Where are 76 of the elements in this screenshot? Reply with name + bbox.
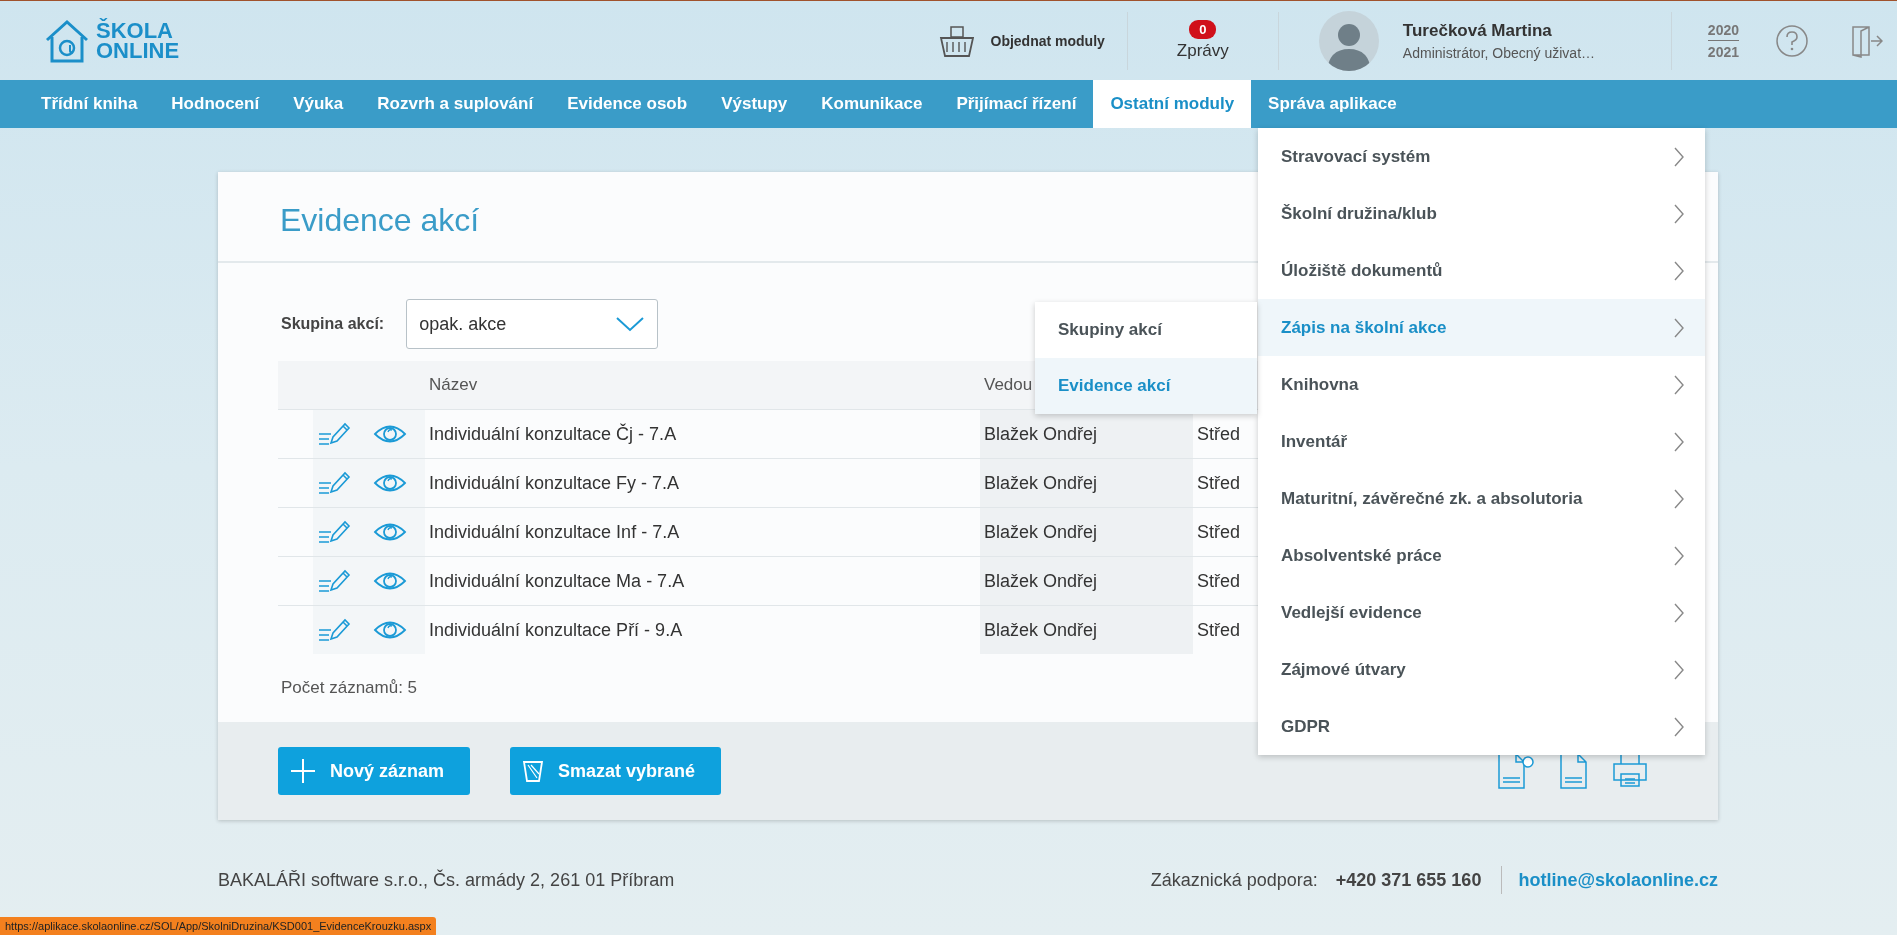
table-cell: Individuální konzultace Pří - 9.A [425,605,980,654]
menu-item[interactable]: Skupiny akcí [1035,302,1257,358]
table-cell: Individuální konzultace Inf - 7.A [425,507,980,557]
chevron-right-icon [1673,316,1685,339]
eye-icon[interactable] [373,472,407,494]
table-cell: Blažek Ondřej [980,507,1193,557]
eye-icon[interactable] [373,570,407,592]
chevron-right-icon [1673,259,1685,282]
user-role: Administrátor, Obecný uživat… [1402,44,1597,61]
nav-tab[interactable]: Výuka [276,80,361,128]
nav-tab[interactable]: Třídní kniha [24,80,155,128]
print-icon[interactable] [1612,752,1648,788]
edit-pencil-icon[interactable] [317,519,351,545]
table-cell: Individuální konzultace Čj - 7.A [425,409,980,459]
house-logo-icon[interactable] [44,17,90,64]
delete-button[interactable]: Smazat vybrané [510,747,722,795]
edit-pencil-icon[interactable] [317,568,351,594]
eye-icon[interactable] [373,423,407,445]
messages-label: Zprávy [1176,41,1229,61]
spreadsheet-file-icon[interactable] [1558,752,1590,790]
message-count-badge: 0 [1189,20,1217,39]
add-button[interactable]: Nový záznam [278,747,471,795]
column-header[interactable]: Název [429,375,478,394]
nav-tab[interactable]: Přijímací řízení [939,80,1094,128]
chevron-right-icon [1673,715,1685,738]
chevron-right-icon [1673,373,1685,396]
order-modules-link[interactable]: Objednat moduly [990,32,1105,49]
nav-tab[interactable]: Komunikace [804,80,940,128]
help-icon[interactable] [1775,23,1809,58]
plus-icon [290,758,316,784]
record-count: Počet záznamů: 5 [281,678,419,698]
column-header[interactable]: Vedou [984,375,1033,394]
chevron-right-icon [1673,544,1685,567]
menu-item[interactable]: GDPR [1258,698,1705,755]
nav-tab[interactable]: Správa aplikace [1251,80,1414,128]
table-cell: Blažek Ondřej [980,409,1193,459]
messages-link[interactable]: 0 Zprávy [1127,20,1278,61]
school-year-label[interactable]: 2020 [1707,21,1739,41]
chevron-right-icon [1673,658,1685,681]
menu-item[interactable]: Evidence akcí [1035,358,1257,414]
nav-tab[interactable]: Výstupy [704,80,805,128]
school-year-label[interactable]: 2021 [1707,43,1739,60]
nav-tab[interactable]: Rozvrh a suplování [360,80,551,128]
filter-label: Skupina akcí: [281,315,385,333]
eye-icon[interactable] [373,521,407,543]
chevron-right-icon [1673,601,1685,624]
table-cell: Blažek Ondřej [980,605,1193,654]
nav-tab[interactable]: Hodnocení [154,80,277,128]
spreadsheet-settings-icon[interactable] [1496,752,1536,790]
edit-pencil-icon[interactable] [317,617,351,643]
table-cell: Blažek Ondřej [980,556,1193,606]
company-address: BAKALÁŘI software s.r.o., Čs. armády 2, 261 01 Příbram [218,869,675,891]
user-name: Turečková Martina [1402,20,1553,41]
support-label: Zákaznická podpora: [1150,869,1318,891]
table-cell: Individuální konzultace Ma - 7.A [425,556,980,606]
chevron-right-icon [1673,145,1685,168]
menu-item[interactable]: Školní družina/klub [1258,185,1705,242]
group-select[interactable]: opak. akce [406,299,659,349]
support-email-link[interactable]: hotline@skolaonline.cz [1518,869,1718,891]
logout-icon[interactable] [1849,23,1883,58]
chevron-right-icon [1673,487,1685,510]
trash-icon [522,759,545,783]
menu-item[interactable]: Zápis na školní akce [1258,299,1705,356]
chevron-right-icon [1673,202,1685,225]
edit-pencil-icon[interactable] [317,421,351,447]
edit-pencil-icon[interactable] [317,470,351,496]
table-cell: Blažek Ondřej [980,458,1193,508]
nav-tab[interactable]: Evidence osob [550,80,705,128]
logo-text[interactable]: ŠKOLA ONLINE [96,20,180,61]
eye-icon[interactable] [373,619,407,641]
chevron-down-icon [615,315,646,333]
support-phone: +420 371 655 160 [1335,869,1482,891]
table-cell: Individuální konzultace Fy - 7.A [425,458,980,508]
status-url: https://aplikace.skolaonline.cz/SOL/App/SkolniDruzina/KSD001_EvidenceKrouzku.aspx [0,917,437,935]
nav-tab[interactable]: Ostatní moduly [1093,80,1252,128]
chevron-right-icon [1673,430,1685,453]
